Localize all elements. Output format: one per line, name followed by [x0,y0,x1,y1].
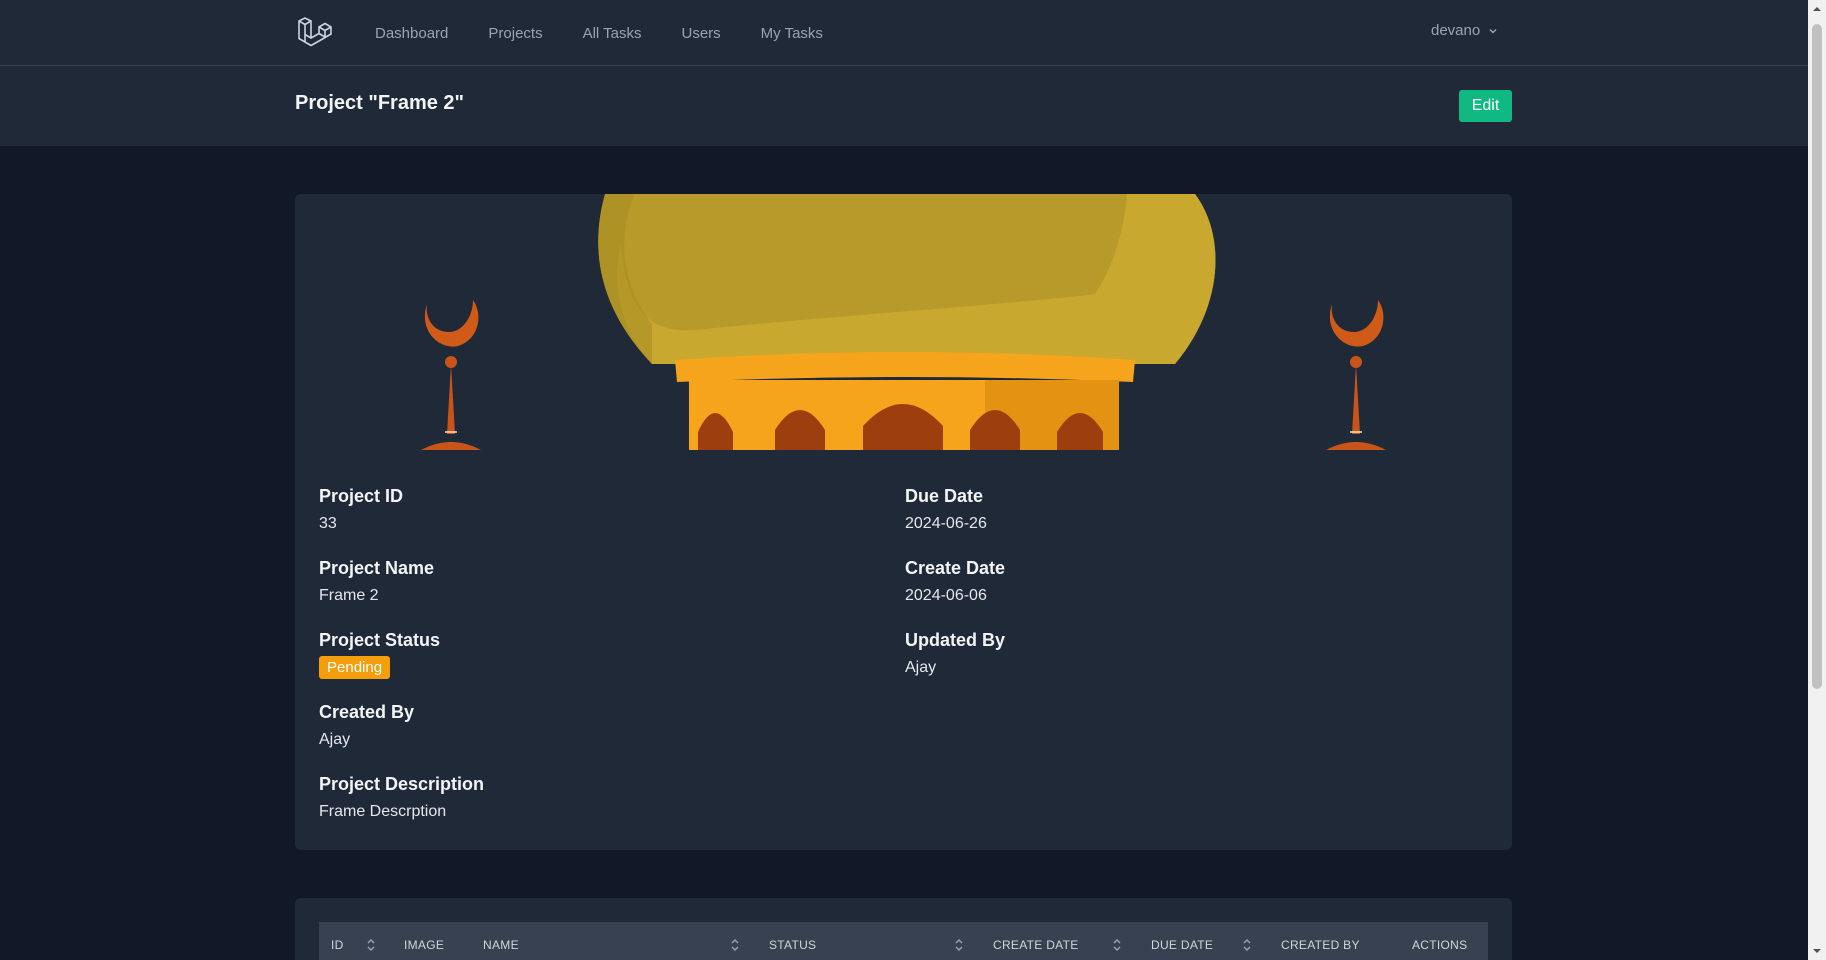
field-create-date: Create Date 2024-06-06 [905,556,1465,628]
sort-icon[interactable] [1241,936,1253,954]
field-value: Frame 2 [319,587,379,604]
laravel-logo-icon[interactable] [296,14,332,50]
field-project-id: Project ID 33 [319,484,879,556]
nav-dashboard[interactable]: Dashboard [375,25,448,42]
column-header-due-date[interactable]: Due Date [1151,938,1213,952]
field-label: Project ID [319,486,404,506]
chevron-down-icon [1489,28,1497,34]
column-header-status[interactable]: Status [769,938,816,952]
scrollbar-thumb[interactable] [1812,24,1822,689]
field-project-status: Project Status Pending [319,628,879,700]
nav-my-tasks[interactable]: My Tasks [761,25,823,42]
tasks-table-card: ID Image Name Status Create Date Due Dat… [295,898,1512,960]
nav-all-tasks[interactable]: All Tasks [583,25,642,42]
column-header-actions: Actions [1412,938,1468,952]
details-right-column: Due Date 2024-06-26 Create Date 2024-06-… [905,484,1465,700]
project-image [421,194,1386,450]
column-header-create-date[interactable]: Create Date [993,938,1079,952]
status-badge: Pending [319,656,391,679]
sort-icon[interactable] [729,936,741,954]
field-label: Create Date [905,558,1006,578]
field-project-description: Project Description Frame Descrption [319,772,879,844]
field-value: Ajay [905,659,937,676]
user-name: devano [1431,22,1481,39]
field-value: Frame Descrption [319,803,447,820]
top-navbar: Dashboard Projects All Tasks Users My Ta… [0,0,1808,66]
sort-icon[interactable] [1111,936,1123,954]
field-created-by: Created By Ajay [319,700,879,772]
details-left-column: Project ID 33 Project Name Frame 2 Proje… [319,484,879,844]
page-title: Project "Frame 2" [295,92,465,114]
field-label: Project Description [319,774,485,794]
field-label: Project Name [319,558,435,578]
sort-icon[interactable] [953,936,965,954]
sort-icon[interactable] [365,936,377,954]
column-header-name[interactable]: Name [483,938,519,952]
scroll-up-arrow-icon[interactable] [1812,4,1822,14]
user-menu[interactable]: devano [1431,22,1498,39]
field-label: Updated By [905,630,1006,650]
field-label: Due Date [905,486,984,506]
project-card: Project ID 33 Project Name Frame 2 Proje… [295,194,1512,850]
field-value: 2024-06-26 [905,515,987,532]
page-header: Project "Frame 2" Edit [0,66,1808,146]
edit-button[interactable]: Edit [1459,90,1512,122]
field-project-name: Project Name Frame 2 [319,556,879,628]
nav-users[interactable]: Users [682,25,721,42]
field-value: Ajay [319,731,351,748]
page-scrollbar[interactable] [1808,0,1826,960]
column-header-image: Image [404,938,445,952]
field-value: 2024-06-06 [905,587,987,604]
column-header-created-by: Created By [1281,938,1360,952]
column-header-id[interactable]: ID [331,938,344,952]
field-label: Created By [319,702,415,722]
scroll-down-arrow-icon[interactable] [1812,946,1822,956]
field-due-date: Due Date 2024-06-26 [905,484,1465,556]
field-updated-by: Updated By Ajay [905,628,1465,700]
nav-links: Dashboard Projects All Tasks Users My Ta… [375,0,863,66]
table-header-row: ID Image Name Status Create Date Due Dat… [319,922,1488,960]
field-label: Project Status [319,630,441,650]
field-value: 33 [319,515,337,532]
nav-projects[interactable]: Projects [488,25,542,42]
